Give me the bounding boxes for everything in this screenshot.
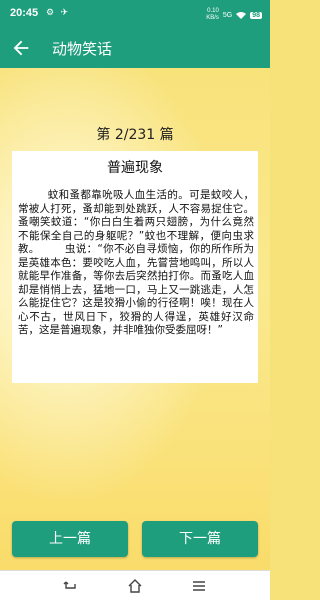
battery-icon: 98 bbox=[250, 11, 262, 19]
previous-article-button[interactable]: 上一篇 bbox=[12, 521, 128, 557]
next-article-button[interactable]: 下一篇 bbox=[142, 521, 258, 557]
network-speed-value: 0.10 bbox=[207, 8, 219, 14]
nav-home-icon[interactable] bbox=[127, 578, 143, 594]
nav-menu-icon[interactable] bbox=[191, 578, 207, 594]
article-card: 普遍现象 蚊和蚤都靠吮吸人血生活的。可是蚊咬人，常被人打死，蚤却能到处跳跃，人不… bbox=[12, 151, 258, 383]
notification-icons: ⚙ ✈ bbox=[46, 7, 71, 17]
signal-icon: 5G bbox=[222, 11, 233, 19]
wifi-icon bbox=[236, 12, 247, 19]
article-body: 蚊和蚤都靠吮吸人血生活的。可是蚊咬人，常被人打死，蚤却能到处跳跃，人不容易捉住它… bbox=[18, 189, 255, 336]
app-title: 动物笑话 bbox=[52, 40, 113, 58]
back-arrow-icon[interactable] bbox=[10, 37, 32, 59]
system-nav-bar bbox=[0, 570, 270, 600]
network-speed: 0.10 KB/s bbox=[206, 8, 219, 22]
network-speed-unit: KB/s bbox=[206, 15, 219, 21]
status-right-group: 0.10 KB/s 5G 98 bbox=[206, 8, 262, 22]
status-time: 20:45 bbox=[10, 7, 39, 19]
article-title: 普遍现象 bbox=[107, 160, 163, 176]
app-bar: 动物笑话 bbox=[0, 28, 270, 68]
status-bar: 20:45 ⚙ ✈ 0.10 KB/s 5G 98 bbox=[0, 0, 270, 28]
page-counter: 第 2/231 篇 bbox=[96, 127, 174, 143]
nav-back-icon[interactable] bbox=[62, 578, 78, 594]
